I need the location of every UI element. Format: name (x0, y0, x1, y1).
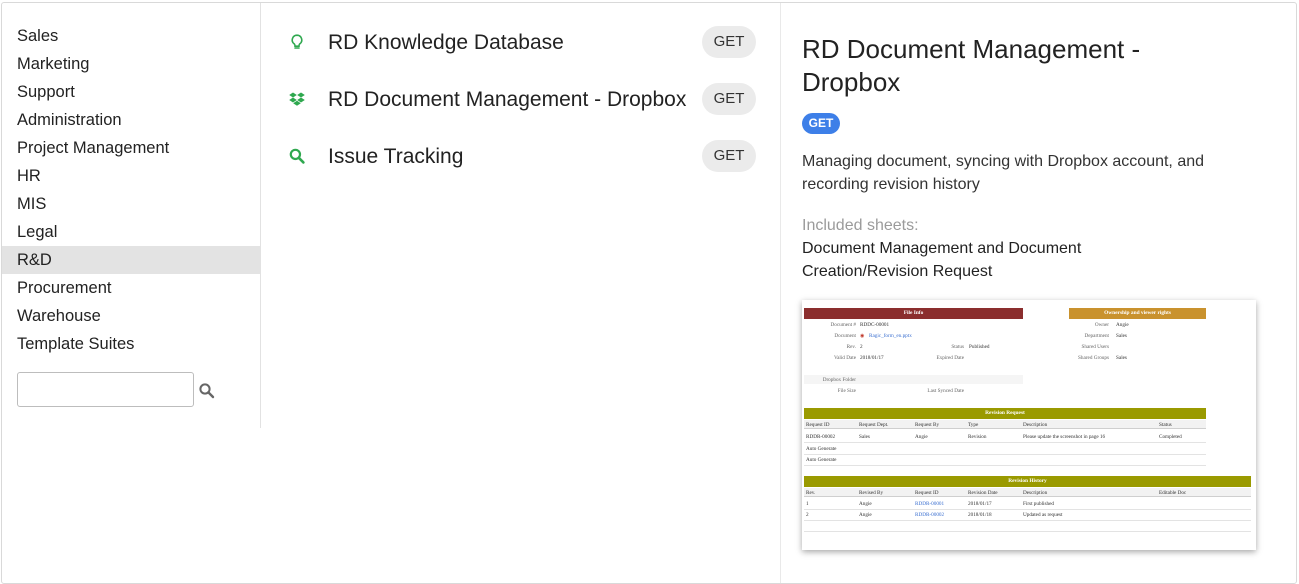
detail-get-button[interactable]: GET (802, 113, 840, 134)
cell: Completed (1159, 434, 1182, 440)
cell: Angie (915, 434, 928, 440)
column-header: Request ID (915, 490, 939, 496)
category-rd[interactable]: R&D (2, 246, 260, 274)
template-item-rd-knowledge-database[interactable]: RD Knowledge Database GET (262, 23, 781, 63)
field-label: Rev. (846, 344, 856, 350)
cell: 1 (806, 501, 809, 507)
included-sheets-label: Included sheets: (802, 217, 919, 234)
category-warehouse[interactable]: Warehouse (2, 302, 260, 330)
cell: 2 (806, 512, 809, 518)
cell: Angie (859, 512, 872, 518)
included-sheets: Document Management and Document Creatio… (802, 240, 1082, 280)
field-value: 2 (860, 344, 863, 350)
column-header: Revised By (859, 490, 884, 496)
field-value: 2018/01/17 (860, 355, 884, 361)
field-label: File Size (837, 388, 856, 394)
field-label: Valid Date (833, 355, 856, 361)
column-header: Rev. (806, 490, 816, 496)
field-value: RDDC-00001 (860, 322, 890, 328)
field-label: Owner (1094, 322, 1109, 328)
field-label: Department (1084, 333, 1110, 339)
lightbulb-icon (291, 34, 303, 49)
column-header: Request ID (806, 422, 830, 428)
field-label: Document # (830, 322, 857, 328)
field-value: Angie (1116, 322, 1129, 328)
column-header: Type (968, 422, 979, 428)
revision-history-header: Revision History (804, 476, 1251, 487)
column-header: Request Dept. (859, 422, 889, 428)
get-button[interactable]: GET (702, 83, 756, 115)
column-header: Status (1159, 422, 1172, 428)
template-preview-image: File Info Document # RDDC-00001 Document… (802, 300, 1256, 550)
cell: Updated as request (1023, 512, 1063, 518)
cell: RDDR-00001 (915, 501, 945, 507)
row-divider (804, 520, 1251, 521)
template-item-rd-document-management-dropbox[interactable]: RD Document Management - Dropbox GET (262, 80, 781, 120)
field-label: Status (951, 344, 964, 350)
category-marketing[interactable]: Marketing (2, 50, 260, 78)
cell: RDDR-00002 (915, 512, 945, 518)
template-title: Issue Tracking (328, 145, 464, 168)
category-support[interactable]: Support (2, 78, 260, 106)
field-label: Shared Users (1081, 344, 1109, 350)
category-administration[interactable]: Administration (2, 106, 260, 134)
cell: Revision (968, 434, 987, 440)
row-divider (804, 531, 1251, 532)
get-button[interactable]: GET (702, 140, 756, 172)
file-info-header: File Info (804, 308, 1023, 319)
category-hr[interactable]: HR (2, 162, 260, 190)
file-icon: ◉ (860, 333, 865, 339)
category-sales[interactable]: Sales (2, 22, 260, 50)
cell: Auto Generate (806, 457, 837, 463)
revision-request-header: Revision Request (804, 408, 1206, 419)
ownership-header: Ownership and viewer rights (1069, 308, 1206, 319)
dropbox-icon (289, 92, 305, 106)
field-label: Last Synced Date (927, 388, 964, 394)
get-button[interactable]: GET (702, 26, 756, 58)
category-procurement[interactable]: Procurement (2, 274, 260, 302)
category-mis[interactable]: MIS (2, 190, 260, 218)
row-divider (804, 454, 1206, 455)
category-project-management[interactable]: Project Management (2, 134, 260, 162)
category-list: Sales Marketing Support Administration P… (2, 3, 260, 358)
template-item-issue-tracking[interactable]: Issue Tracking GET (262, 137, 781, 177)
field-label: Document (834, 333, 856, 339)
cell: Angie (859, 501, 872, 507)
cell: First published (1023, 501, 1054, 507)
field-label: Shared Groups (1078, 355, 1109, 361)
field-label: Dropbox Folder (822, 377, 856, 383)
category-sidebar: Sales Marketing Support Administration P… (2, 3, 261, 428)
cell: 2018/01/18 (968, 512, 992, 518)
detail-description: Managing document, syncing with Dropbox … (802, 153, 1205, 193)
template-list: RD Knowledge Database GET RD Document Ma… (262, 3, 781, 583)
detail-title: RD Document Management - Dropbox (802, 34, 1141, 97)
row-divider (804, 509, 1251, 510)
search-input[interactable] (17, 372, 194, 407)
cell: Auto Generate (806, 446, 837, 452)
template-gallery: Sales Marketing Support Administration P… (1, 2, 1297, 584)
field-value: Published (969, 344, 990, 350)
search-icon (289, 148, 305, 164)
cell: Please update the screenshot in page 16 (1023, 434, 1106, 440)
column-header: Description (1023, 490, 1048, 496)
field-label: Expired Date (936, 355, 964, 361)
column-header: Editable Doc (1159, 490, 1187, 496)
template-title: RD Knowledge Database (328, 31, 564, 54)
column-header: Revision Date (968, 490, 998, 496)
field-value: Sales (1116, 333, 1127, 339)
column-header: Description (1023, 422, 1048, 428)
cell: RDDR-00002 (806, 434, 836, 440)
category-legal[interactable]: Legal (2, 218, 260, 246)
category-template-suites[interactable]: Template Suites (2, 330, 260, 358)
row-divider (804, 442, 1206, 443)
column-header: Request By (915, 422, 940, 428)
cell: 2018/01/17 (968, 501, 992, 507)
template-title: RD Document Management - Dropbox (328, 88, 687, 111)
search-icon[interactable] (198, 382, 216, 400)
field-value: Ragic_form_en.pptx (869, 333, 912, 339)
row-divider (804, 465, 1206, 466)
field-value: Sales (1116, 355, 1127, 361)
cell: Sales (859, 434, 870, 440)
